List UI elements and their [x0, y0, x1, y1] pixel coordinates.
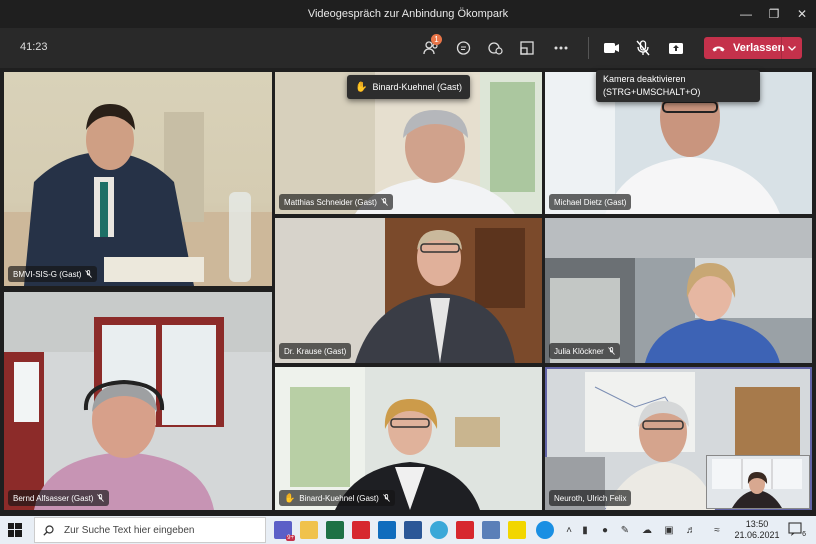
windows-icon [8, 523, 22, 537]
word-icon[interactable] [404, 521, 422, 539]
participant-video [4, 104, 272, 286]
outlook-icon[interactable] [378, 521, 396, 539]
chevron-down-icon[interactable] [781, 37, 802, 59]
participant-video [4, 292, 272, 510]
mic-button[interactable] [631, 36, 655, 60]
edge-icon[interactable] [536, 521, 554, 539]
start-button[interactable] [8, 523, 22, 537]
participant-video [275, 367, 500, 510]
participant-name: BMVI-SIS-G (Gast) [8, 266, 98, 282]
microphone-icon[interactable]: ● [598, 522, 612, 538]
meeting-toolbar: 41:23 1 Verlassen [0, 28, 816, 68]
raised-hand-tooltip: ✋ Binard-Kuehnel (Gast) [347, 75, 470, 99]
window-title: Videogespräch zur Anbindung Ökompark [307, 8, 509, 20]
participant-name: Neuroth, Ulrich Felix [549, 490, 632, 506]
volume-icon[interactable]: ♬ [684, 522, 698, 538]
participant-video [275, 218, 542, 363]
share-button[interactable] [664, 36, 688, 60]
acrobat-icon-2[interactable] [456, 521, 474, 539]
mic-off-icon [97, 494, 105, 502]
teams-icon[interactable]: 9+ [274, 521, 295, 541]
camera-icon [603, 43, 619, 53]
camera-button[interactable] [599, 36, 623, 60]
minimize-button[interactable]: — [732, 0, 760, 28]
mail-icon[interactable] [482, 521, 500, 539]
excel-icon[interactable] [326, 521, 344, 539]
participant-video [545, 218, 812, 363]
display-icon[interactable]: ▣ [662, 522, 676, 538]
close-button[interactable]: ✕ [788, 0, 816, 28]
camera-tooltip: Kamera deaktivieren (STRG+UMSCHALT+O) [596, 70, 760, 102]
toolbar-divider [588, 37, 589, 59]
maximize-button[interactable]: ❐ [760, 0, 788, 28]
mic-off-icon [636, 40, 650, 56]
mic-off-icon [608, 347, 615, 355]
notification-icon [788, 522, 802, 536]
mic-off-icon [383, 494, 390, 502]
chat-button[interactable] [451, 36, 475, 60]
participant-name: Matthias Schneider (Gast) [279, 194, 393, 210]
raised-hand-icon: ✋ [355, 81, 368, 93]
chat-icon [456, 40, 470, 55]
taskbar: Zur Suche Text hier eingeben 9+ ˄ ▮ ● ✎ … [0, 516, 816, 544]
participants-badge: 1 [431, 34, 442, 45]
video-tile[interactable]: ✋ Binard-Kuehnel (Gast) [275, 367, 542, 510]
participant-name: Michael Dietz (Gast) [549, 194, 632, 210]
leave-label: Verlassen [733, 42, 785, 54]
file-explorer-icon[interactable] [300, 521, 318, 539]
search-placeholder: Zur Suche Text hier eingeben [64, 524, 195, 536]
chevron-up-icon[interactable]: ˄ [562, 522, 576, 538]
cloud-icon[interactable]: ☁ [640, 522, 654, 538]
app-icon[interactable] [430, 521, 448, 539]
reactions-icon [487, 41, 503, 55]
teams-badge: 9+ [286, 535, 295, 541]
participant-name: Dr. Krause (Gast) [279, 343, 352, 359]
participant-name: ✋ Binard-Kuehnel (Gast) [279, 490, 395, 506]
mic-off-icon [85, 270, 93, 278]
video-tile[interactable]: Neuroth, Ulrich Felix [545, 367, 812, 510]
reactions-button[interactable] [483, 36, 507, 60]
raised-hand-icon: ✋ [284, 492, 296, 503]
participants-button[interactable]: 1 [419, 34, 443, 60]
self-preview [706, 455, 810, 509]
more-icon [554, 46, 568, 50]
taskbar-search[interactable]: Zur Suche Text hier eingeben [34, 517, 266, 543]
title-bar: Videogespräch zur Anbindung Ökompark — ❐… [0, 0, 816, 28]
participant-name: Julia Klöckner [549, 343, 620, 359]
phone-hangup-icon [712, 46, 725, 51]
search-icon [43, 524, 54, 536]
video-tile[interactable]: BMVI-SIS-G (Gast) [4, 72, 272, 286]
video-tile[interactable]: Dr. Krause (Gast) [275, 218, 542, 363]
mic-off-icon [381, 198, 388, 206]
taskbar-clock[interactable]: 13:50 21.06.2021 [732, 519, 782, 541]
notification-count: 6 [802, 531, 806, 538]
call-timer: 41:23 [20, 41, 48, 53]
leave-button[interactable]: Verlassen [704, 37, 802, 59]
app-icon-2[interactable] [508, 521, 526, 539]
stylus-icon[interactable]: ✎ [618, 522, 632, 538]
network-icon[interactable]: ≈ [710, 522, 724, 538]
rooms-button[interactable] [515, 36, 539, 60]
notification-center-button[interactable]: 6 [788, 522, 806, 538]
video-tile[interactable]: Bernd Alfsasser (Gast) [4, 292, 272, 510]
share-icon [669, 42, 683, 54]
rooms-icon [520, 41, 534, 55]
participant-name: Bernd Alfsasser (Gast) [8, 490, 110, 506]
acrobat-icon[interactable] [352, 521, 370, 539]
usb-icon[interactable]: ▮ [578, 522, 592, 538]
more-button[interactable] [549, 36, 573, 60]
video-tile[interactable]: Julia Klöckner [545, 218, 812, 363]
